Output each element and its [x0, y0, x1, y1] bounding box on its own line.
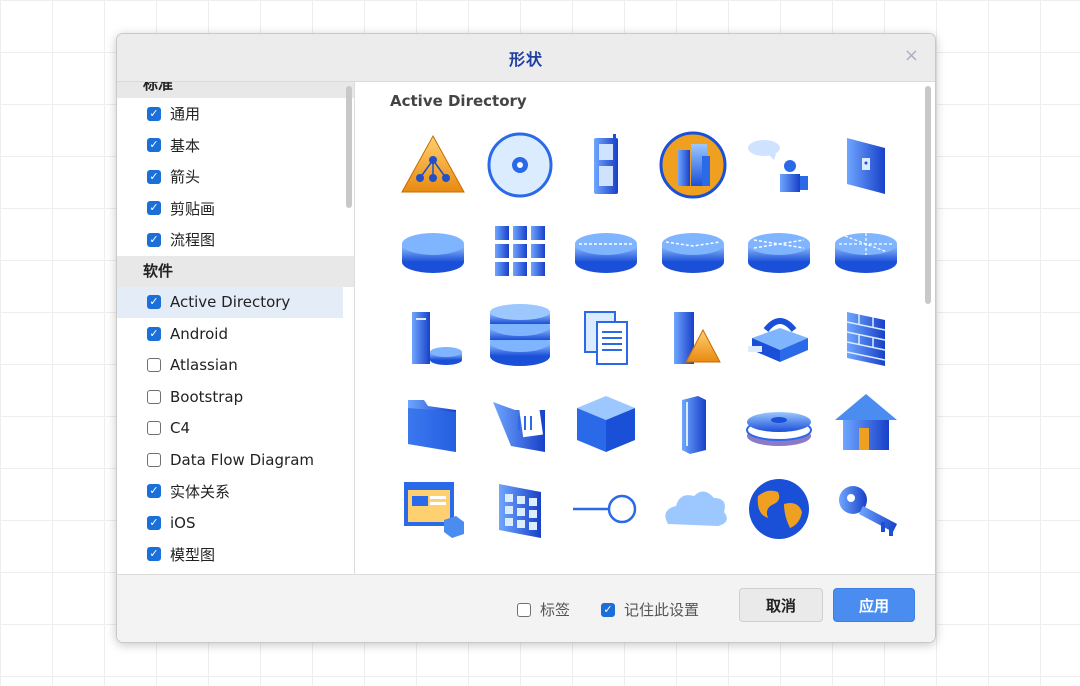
sidebar-item-standard-2[interactable]: ✓ 箭头 [117, 161, 354, 193]
shape-library-panel: Active Directory [356, 82, 935, 574]
sidebar-item-label: iOS [170, 513, 196, 532]
partial-shape-4-icon[interactable] [650, 552, 737, 574]
sidebar-item-software-4[interactable]: C4 [117, 413, 354, 445]
sidebar-item-label: Atlassian [170, 356, 238, 375]
partial-shape-1-icon[interactable] [390, 552, 477, 574]
labels-checkbox-label: 标签 [540, 601, 571, 619]
sidebar-item-label: 基本 [170, 136, 201, 155]
dialog-footer: 标签 ✓ 记住此设置 取消 应用 [117, 574, 935, 642]
dialog-title: 形状 [508, 49, 543, 69]
sidebar-item-label: Data Flow Diagram [170, 450, 314, 469]
folder-icon[interactable] [390, 380, 477, 466]
secure-panel-icon[interactable] [823, 122, 910, 208]
sidebar-item-standard-0[interactable]: ✓ 通用 [117, 98, 354, 130]
disk-stack-icon[interactable] [736, 380, 823, 466]
sidebar-item-software-1[interactable]: ✓ Android [117, 318, 354, 350]
partial-shape-5-icon[interactable] [736, 552, 823, 574]
sidebar-item-label: 剪贴画 [170, 199, 216, 218]
sidebar-scrollbar[interactable] [346, 86, 352, 208]
keypad-panel-icon[interactable] [477, 466, 564, 552]
sidebar-item-software-5[interactable]: Data Flow Diagram [117, 444, 354, 476]
sidebar-item-label: 模型图 [170, 545, 216, 564]
apply-button[interactable]: 应用 [833, 588, 915, 622]
checkbox[interactable]: ✓ [147, 106, 161, 121]
phone-device-icon[interactable] [563, 122, 650, 208]
sidebar-item-label: 通用 [170, 105, 201, 124]
server-warning-icon[interactable] [650, 294, 737, 380]
checkbox[interactable]: ✓ [147, 169, 161, 184]
partition-disk-4-icon[interactable] [736, 208, 823, 294]
cube-grid-icon[interactable] [477, 208, 564, 294]
globe-icon[interactable] [736, 466, 823, 552]
cancel-button[interactable]: 取消 [739, 588, 823, 622]
checkbox[interactable] [147, 452, 161, 467]
partition-disk-5-icon[interactable] [823, 208, 910, 294]
partial-shape-3-icon[interactable] [563, 552, 650, 574]
sidebar-item-software-7[interactable]: ✓ iOS [117, 507, 354, 539]
shapes-dialog: 形状 × 标准 ✓ 通用 ✓ 基本 ✓ 箭头 ✓ 剪贴画 ✓ 流程图 软件 ✓ Active Dir… [116, 33, 936, 643]
sidebar-item-standard-3[interactable]: ✓ 剪贴画 [117, 193, 354, 225]
sidebar-item-software-3[interactable]: Bootstrap [117, 381, 354, 413]
firewall-wall-icon[interactable] [823, 294, 910, 380]
open-folder-icon[interactable] [477, 380, 564, 466]
remember-checkbox-box[interactable]: ✓ [601, 602, 615, 617]
database-disk-icon[interactable] [390, 208, 477, 294]
database-stack-icon[interactable] [477, 294, 564, 380]
labels-checkbox-box[interactable] [517, 602, 531, 617]
sidebar-item-label: Android [170, 324, 228, 343]
checkbox[interactable]: ✓ [147, 138, 161, 153]
library-sidebar[interactable]: 标准 ✓ 通用 ✓ 基本 ✓ 箭头 ✓ 剪贴画 ✓ 流程图 软件 ✓ Active Director… [117, 82, 355, 574]
cube-icon[interactable] [563, 380, 650, 466]
main-scrollbar[interactable] [925, 86, 931, 304]
sidebar-item-software-0[interactable]: ✓ Active Directory [117, 286, 343, 318]
sidebar-item-software-8[interactable]: ✓ 模型图 [117, 539, 354, 571]
checkbox[interactable]: ✓ [147, 232, 161, 247]
partition-disk-icon[interactable] [563, 208, 650, 294]
web-page-icon[interactable] [390, 466, 477, 552]
fax-phone-icon[interactable] [736, 294, 823, 380]
partial-shape-6-icon[interactable] [823, 552, 910, 574]
section-header-software: 软件 [117, 255, 354, 287]
server-db-icon[interactable] [390, 294, 477, 380]
cd-disc-icon[interactable] [477, 122, 564, 208]
dialog-title-bar: 形状 × [117, 34, 935, 82]
sidebar-item-standard-4[interactable]: ✓ 流程图 [117, 224, 354, 256]
sidebar-item-standard-1[interactable]: ✓ 基本 [117, 130, 354, 162]
sidebar-item-label: 实体关系 [170, 482, 231, 501]
checkbox[interactable]: ✓ [147, 515, 161, 530]
sidebar-item-label: C4 [170, 419, 191, 438]
checkbox[interactable] [147, 389, 161, 404]
organization-building-icon[interactable] [650, 122, 737, 208]
library-title: Active Directory [390, 92, 527, 110]
partition-disk-3-icon[interactable] [650, 208, 737, 294]
key-icon[interactable] [823, 466, 910, 552]
checkbox[interactable]: ✓ [147, 326, 161, 341]
cloud-icon[interactable] [650, 466, 737, 552]
checkbox[interactable] [147, 358, 161, 373]
checkbox[interactable] [147, 421, 161, 436]
checkbox[interactable]: ✓ [147, 484, 161, 499]
site-triangle-icon[interactable] [390, 122, 477, 208]
tower-server-icon[interactable] [650, 380, 737, 466]
home-icon[interactable] [823, 380, 910, 466]
user-chat-icon[interactable] [736, 122, 823, 208]
sidebar-item-label: Active Directory [170, 293, 291, 312]
line-circle-icon[interactable] [563, 466, 650, 552]
sidebar-item-label: 箭头 [170, 168, 201, 187]
sidebar-item-label: Bootstrap [170, 387, 244, 406]
checkbox[interactable]: ✓ [147, 295, 161, 310]
shape-grid [390, 122, 910, 574]
labels-checkbox[interactable]: 标签 [517, 599, 570, 620]
checkbox[interactable]: ✓ [147, 547, 161, 562]
checkbox[interactable]: ✓ [147, 201, 161, 216]
sidebar-item-software-2[interactable]: Atlassian [117, 350, 354, 382]
documents-icon[interactable] [563, 294, 650, 380]
section-header-standard: 标准 [117, 82, 354, 98]
close-icon[interactable]: × [904, 46, 919, 66]
partial-shape-2-icon[interactable] [477, 552, 564, 574]
sidebar-item-label: 流程图 [170, 231, 216, 250]
sidebar-item-software-6[interactable]: ✓ 实体关系 [117, 476, 354, 508]
remember-setting-checkbox[interactable]: ✓ 记住此设置 [601, 599, 699, 620]
remember-checkbox-label: 记住此设置 [624, 601, 700, 619]
